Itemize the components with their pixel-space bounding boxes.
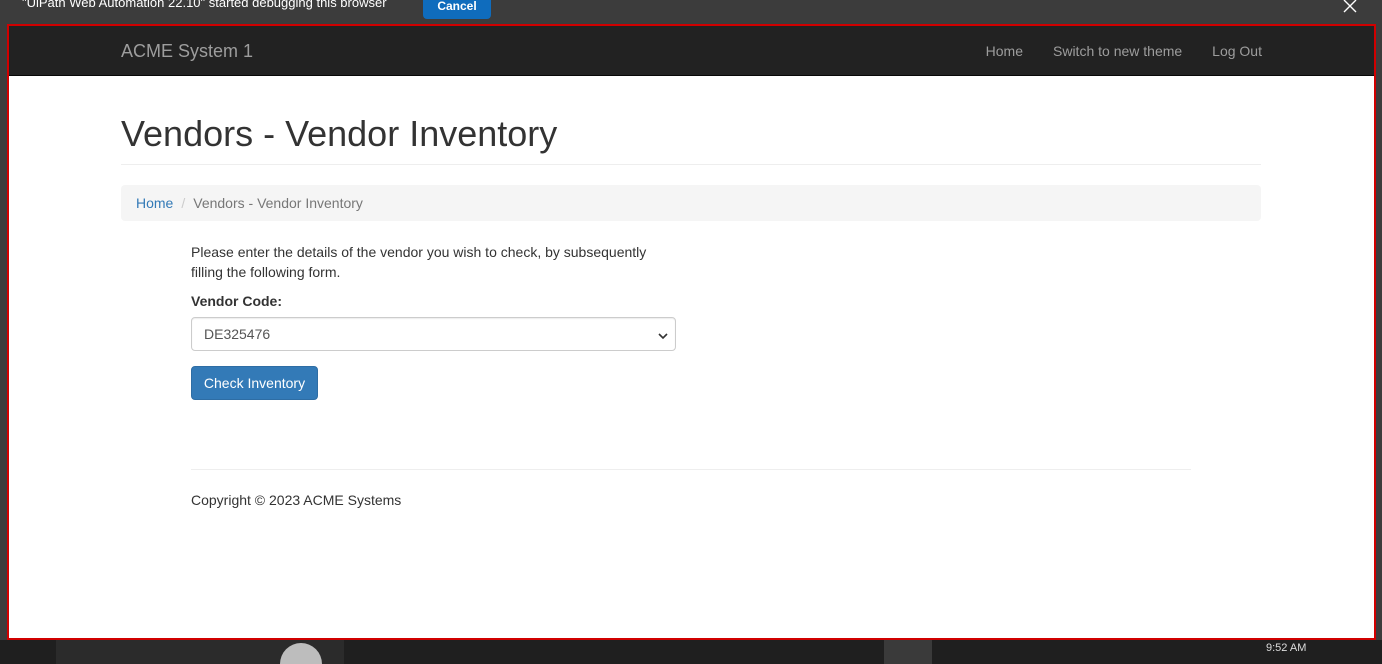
vendor-code-select[interactable]: DE325476 (191, 317, 676, 351)
brand-link[interactable]: ACME System 1 (121, 41, 253, 61)
breadcrumb-current: Vendors - Vendor Inventory (193, 195, 363, 211)
chevron-down-icon (657, 329, 669, 341)
taskbar-clock: 9:52 AM (1266, 642, 1307, 654)
form-instructions: Please enter the details of the vendor y… (191, 244, 647, 280)
nav-links: Home Switch to new theme Log Out (971, 26, 1262, 76)
footer-divider (191, 469, 1191, 470)
breadcrumb-separator: / (181, 195, 186, 211)
nav-logout-link[interactable]: Log Out (1197, 26, 1262, 76)
breadcrumb-home-link[interactable]: Home (136, 195, 173, 211)
check-inventory-button[interactable]: Check Inventory (191, 366, 318, 400)
close-icon[interactable] (1340, 0, 1360, 16)
debug-message: "UiPath Web Automation 22.10" started de… (22, 0, 387, 10)
vendor-code-value: DE325476 (204, 326, 271, 342)
vendor-code-label: Vendor Code: (191, 293, 283, 309)
navbar: ACME System 1 Home Switch to new theme L… (9, 26, 1374, 76)
browser-content-frame: ACME System 1 Home Switch to new theme L… (7, 24, 1376, 640)
taskbar: 9:52 AM (0, 640, 1382, 664)
page-title: Vendors - Vendor Inventory (121, 113, 558, 154)
debug-cancel-button[interactable]: Cancel (423, 0, 491, 19)
title-divider (121, 164, 1261, 165)
debug-notification-bar: "UiPath Web Automation 22.10" started de… (0, 0, 1382, 24)
copyright-text: Copyright © 2023 ACME Systems (191, 492, 402, 508)
breadcrumb: Home / Vendors - Vendor Inventory (121, 185, 1261, 221)
nav-home-link[interactable]: Home (971, 26, 1038, 76)
taskbar-app-button[interactable] (884, 640, 932, 664)
nav-switch-theme-link[interactable]: Switch to new theme (1038, 26, 1197, 76)
